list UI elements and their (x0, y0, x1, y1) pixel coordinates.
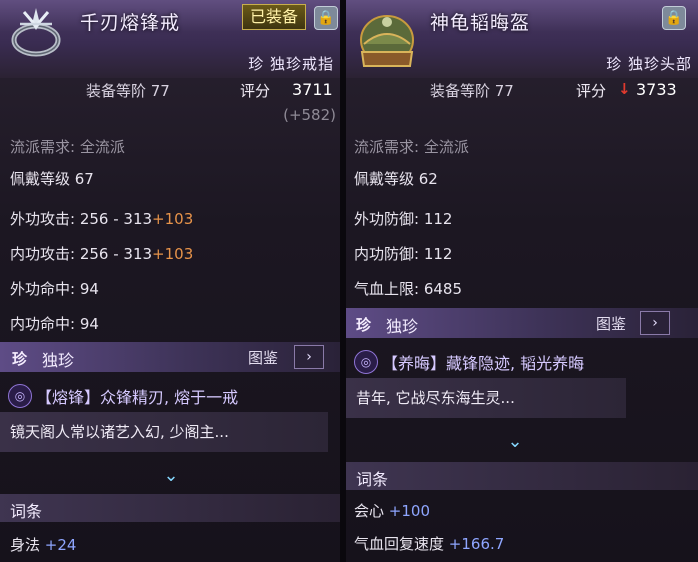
set-effect: 【熔锋】众锋精刃, 熔于一戒 (36, 388, 239, 407)
lock-icon[interactable]: 🔒 (314, 6, 338, 30)
affix-header-label: 词条 (10, 502, 43, 521)
chevron-down-icon[interactable]: ⌄ (154, 466, 188, 486)
item-name: 神龟韬晦盔 (430, 12, 531, 34)
rarity-tag: 珍 (356, 316, 372, 334)
compare-item-panel: 神龟韬晦盔 🔒 珍 独珍头部 装备等阶 77 评分 ↓ 3733 流派需求: 全… (346, 0, 698, 562)
swirl-icon: ◎ (354, 350, 378, 374)
affix-row: 气血回复速度 +166.7 (354, 533, 504, 554)
gear-score: 装备等阶 77 (430, 82, 514, 100)
swirl-icon: ◎ (8, 384, 32, 408)
score-value: 3711 (292, 80, 333, 99)
stat-bonus: +103 (152, 245, 194, 263)
affix-value: +166.7 (448, 535, 505, 553)
stat-row: 外功攻击: 256 - 313+103 (10, 208, 193, 229)
equipped-item-panel: 千刃熔锋戒 已装备 🔒 珍 独珍戒指 装备等阶 77 评分 3711 (+582… (0, 0, 340, 562)
rarity-label: 独珍 (386, 317, 419, 336)
rarity-band: 珍 独珍 图鉴 › (346, 308, 698, 338)
rarity-tag: 珍 (12, 350, 28, 368)
codex-arrow-button[interactable]: › (294, 345, 324, 369)
affix-label: 身法 (10, 536, 41, 554)
score-down-arrow-icon: ↓ (618, 80, 631, 98)
affix-header-label: 词条 (356, 470, 389, 489)
rarity-band: 珍 独珍 图鉴 › (0, 342, 340, 372)
codex-label: 图鉴 (596, 315, 627, 333)
stat-label: 外功攻击: 256 - 313 (10, 210, 153, 228)
stat-row: 内功命中: 94 (10, 313, 99, 334)
affix-header: 词条 (0, 494, 340, 522)
codex-arrow-button[interactable]: › (640, 311, 670, 335)
stat-label: 内功攻击: 256 - 313 (10, 245, 153, 263)
rarity-label: 独珍 (42, 351, 75, 370)
set-effect: 【养晦】藏锋隐迹, 韬光养晦 (382, 354, 585, 373)
stat-label: 内功命中: 94 (10, 315, 99, 333)
stat-row: 外功命中: 94 (10, 278, 99, 299)
stat-row: 内功攻击: 256 - 313+103 (10, 243, 193, 264)
affix-row: 身法 +24 (10, 534, 76, 555)
codex-label: 图鉴 (248, 349, 279, 367)
stat-row: 气血上限: 6485 (354, 280, 462, 298)
item-name: 千刃熔锋戒 (80, 12, 181, 34)
score-delta: (+582) (283, 106, 336, 124)
affix-header: 词条 (346, 462, 698, 490)
equipped-badge: 已装备 (242, 4, 306, 30)
wear-level: 佩戴等级 67 (10, 170, 94, 188)
chevron-down-icon[interactable]: ⌄ (498, 432, 532, 452)
score-value: 3733 (636, 80, 677, 99)
ring-icon (11, 8, 61, 57)
wear-level: 佩戴等级 62 (354, 170, 438, 188)
school-requirement: 流派需求: 全流派 (10, 138, 125, 156)
stat-label: 外功命中: 94 (10, 280, 99, 298)
lore-description[interactable]: 昔年, 它战尽东海生灵... (346, 378, 626, 418)
affix-label: 气血回复速度 (354, 535, 445, 553)
stat-row: 外功防御: 112 (354, 210, 453, 228)
school-requirement: 流派需求: 全流派 (354, 138, 469, 156)
gear-score: 装备等阶 77 (86, 82, 170, 100)
affix-value: +24 (44, 536, 77, 554)
helmet-icon (360, 15, 414, 67)
item-type: 珍 独珍戒指 (248, 55, 334, 73)
lock-icon[interactable]: 🔒 (662, 6, 686, 30)
affix-label: 会心 (354, 502, 385, 520)
score-label: 评分 (240, 82, 271, 100)
affix-value: +100 (388, 502, 430, 520)
affix-row: 会心 +100 (354, 500, 430, 521)
stat-row: 内功防御: 112 (354, 245, 453, 263)
stat-bonus: +103 (152, 210, 194, 228)
item-type: 珍 独珍头部 (606, 55, 692, 73)
lore-description[interactable]: 镜天阁人常以诸艺入幻, 少阁主... (0, 412, 328, 452)
item-compare-root: 113 96 千刃熔锋戒 已装备 🔒 珍 独珍戒指 装备等阶 77 评分 371… (0, 0, 698, 562)
score-label: 评分 (576, 82, 607, 100)
